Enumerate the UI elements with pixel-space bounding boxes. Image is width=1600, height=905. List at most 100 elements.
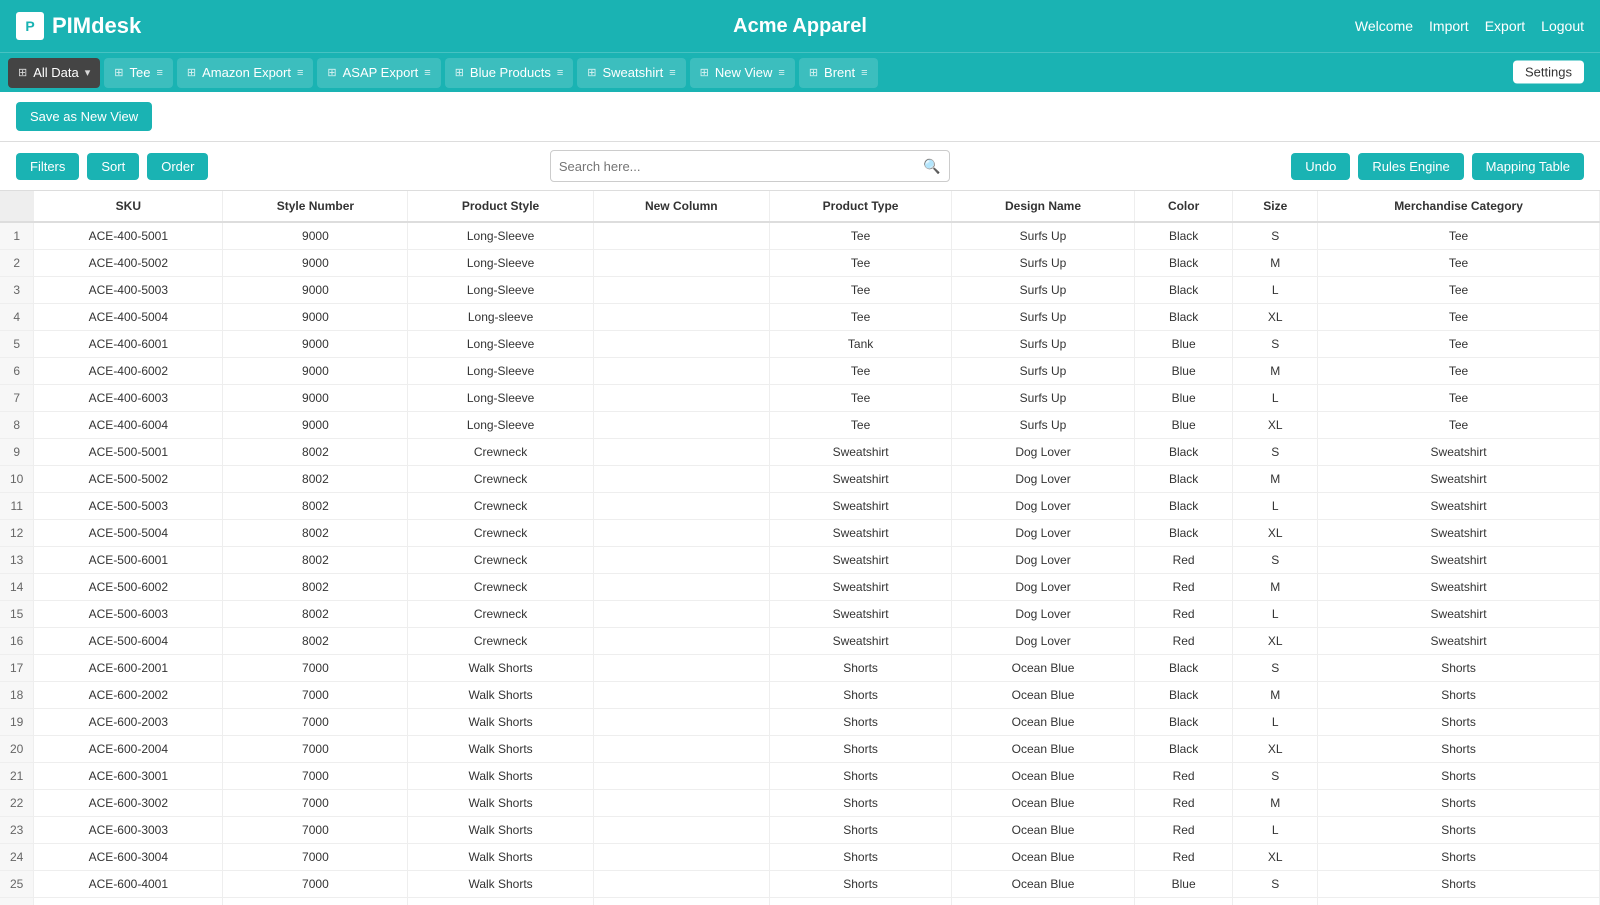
tab-menu-icon[interactable]: ≡ <box>778 67 784 79</box>
table-cell: Walk Shorts <box>408 844 593 871</box>
undo-button[interactable]: Undo <box>1291 153 1350 180</box>
table-cell: Ocean Blue <box>952 736 1135 763</box>
table-cell: Black <box>1134 304 1233 331</box>
tab-label: Blue Products <box>470 65 551 80</box>
search-icon: 🔍 <box>923 158 940 175</box>
table-cell <box>593 466 769 493</box>
tab-menu-icon[interactable]: ≡ <box>297 67 303 79</box>
tab-brent[interactable]: ⊞ Brent ≡ <box>799 58 878 88</box>
tab-grid-icon: ⊞ <box>327 66 336 79</box>
table-cell: L <box>1233 385 1318 412</box>
tab-menu-icon[interactable]: ≡ <box>557 67 563 79</box>
save-new-view-button[interactable]: Save as New View <box>16 102 152 131</box>
row-number: 25 <box>0 871 34 898</box>
table-cell: ACE-500-6001 <box>34 547 223 574</box>
tab-label: Sweatshirt <box>602 65 663 80</box>
table-cell: Shorts <box>1318 817 1600 844</box>
table-cell: Shorts <box>1318 898 1600 905</box>
table-cell <box>593 412 769 439</box>
table-cell: M <box>1233 790 1318 817</box>
table-container[interactable]: SKUStyle NumberProduct StyleNew ColumnPr… <box>0 191 1600 905</box>
table-cell: ACE-400-5003 <box>34 277 223 304</box>
table-cell: Shorts <box>1318 871 1600 898</box>
tab-all-data[interactable]: ⊞ All Data ▾ <box>8 58 100 88</box>
action-bar: Filters Sort Order 🔍 Undo Rules Engine M… <box>0 142 1600 191</box>
table-cell: Dog Lover <box>952 466 1135 493</box>
search-input[interactable] <box>559 159 924 174</box>
table-row: 20ACE-600-20047000Walk ShortsShortsOcean… <box>0 736 1600 763</box>
tab-blue-products[interactable]: ⊞ Blue Products ≡ <box>445 58 574 88</box>
table-row: 21ACE-600-30017000Walk ShortsShortsOcean… <box>0 763 1600 790</box>
row-number: 4 <box>0 304 34 331</box>
tab-dropdown-icon[interactable]: ▾ <box>85 66 91 79</box>
tab-amazon-export[interactable]: ⊞ Amazon Export ≡ <box>177 58 314 88</box>
filters-button[interactable]: Filters <box>16 153 79 180</box>
col-header-size: Size <box>1233 191 1318 222</box>
table-row: 2ACE-400-50029000Long-SleeveTeeSurfs UpB… <box>0 250 1600 277</box>
tab-menu-icon[interactable]: ≡ <box>669 67 675 79</box>
table-cell <box>593 628 769 655</box>
rules-engine-button[interactable]: Rules Engine <box>1358 153 1463 180</box>
tab-grid-icon: ⊞ <box>114 66 123 79</box>
tab-asap-export[interactable]: ⊞ ASAP Export ≡ <box>317 58 440 88</box>
table-cell: Blue <box>1134 871 1233 898</box>
table-cell <box>593 898 769 905</box>
table-cell: 8002 <box>223 574 408 601</box>
row-number: 14 <box>0 574 34 601</box>
tab-tee[interactable]: ⊞ Tee ≡ <box>104 58 173 88</box>
table-cell: Shorts <box>769 844 951 871</box>
table-cell: Tee <box>1318 412 1600 439</box>
logo-icon: P <box>16 12 44 40</box>
mapping-table-button[interactable]: Mapping Table <box>1472 153 1584 180</box>
table-row: 6ACE-400-60029000Long-SleeveTeeSurfs UpB… <box>0 358 1600 385</box>
table-cell: Surfs Up <box>952 331 1135 358</box>
logout-link[interactable]: Logout <box>1541 18 1584 34</box>
header: P PIMdesk Acme Apparel Welcome Import Ex… <box>0 0 1600 52</box>
row-number: 11 <box>0 493 34 520</box>
table-cell: Red <box>1134 547 1233 574</box>
order-button[interactable]: Order <box>147 153 208 180</box>
toolbar: Save as New View <box>0 92 1600 142</box>
table-cell: S <box>1233 222 1318 250</box>
col-header-merchandise-category: Merchandise Category <box>1318 191 1600 222</box>
col-header-design-name: Design Name <box>952 191 1135 222</box>
table-cell: Black <box>1134 250 1233 277</box>
table-cell: Surfs Up <box>952 385 1135 412</box>
table-cell: M <box>1233 898 1318 905</box>
table-row: 19ACE-600-20037000Walk ShortsShortsOcean… <box>0 709 1600 736</box>
table-cell: Tee <box>1318 331 1600 358</box>
tab-sweatshirt[interactable]: ⊞ Sweatshirt ≡ <box>577 58 685 88</box>
table-cell: Sweatshirt <box>1318 439 1600 466</box>
tab-menu-icon[interactable]: ≡ <box>424 67 430 79</box>
table-cell: S <box>1233 547 1318 574</box>
row-number: 19 <box>0 709 34 736</box>
sort-button[interactable]: Sort <box>87 153 139 180</box>
table-cell: Shorts <box>769 655 951 682</box>
table-cell: ACE-400-5001 <box>34 222 223 250</box>
table-cell: Shorts <box>769 709 951 736</box>
table-cell: Dog Lover <box>952 439 1135 466</box>
table-cell: Surfs Up <box>952 304 1135 331</box>
row-number: 24 <box>0 844 34 871</box>
export-link[interactable]: Export <box>1485 18 1525 34</box>
table-row: 13ACE-500-60018002CrewneckSweatshirtDog … <box>0 547 1600 574</box>
tab-menu-icon[interactable]: ≡ <box>861 67 867 79</box>
table-cell: 9000 <box>223 250 408 277</box>
table-cell: Blue <box>1134 358 1233 385</box>
table-cell: 7000 <box>223 844 408 871</box>
table-cell: Sweatshirt <box>769 520 951 547</box>
table-cell <box>593 331 769 358</box>
table-cell: Shorts <box>769 898 951 905</box>
tab-new-view[interactable]: ⊞ New View ≡ <box>690 58 795 88</box>
table-cell: 7000 <box>223 736 408 763</box>
header-right: Welcome Import Export Logout <box>1355 18 1584 34</box>
table-cell: Long-Sleeve <box>408 277 593 304</box>
settings-button[interactable]: Settings <box>1513 61 1584 84</box>
table-cell: Sweatshirt <box>1318 601 1600 628</box>
table-cell: 9000 <box>223 412 408 439</box>
table-cell: Walk Shorts <box>408 817 593 844</box>
import-link[interactable]: Import <box>1429 18 1469 34</box>
table-cell: 8002 <box>223 628 408 655</box>
table-cell: XL <box>1233 412 1318 439</box>
tab-menu-icon[interactable]: ≡ <box>156 67 162 79</box>
